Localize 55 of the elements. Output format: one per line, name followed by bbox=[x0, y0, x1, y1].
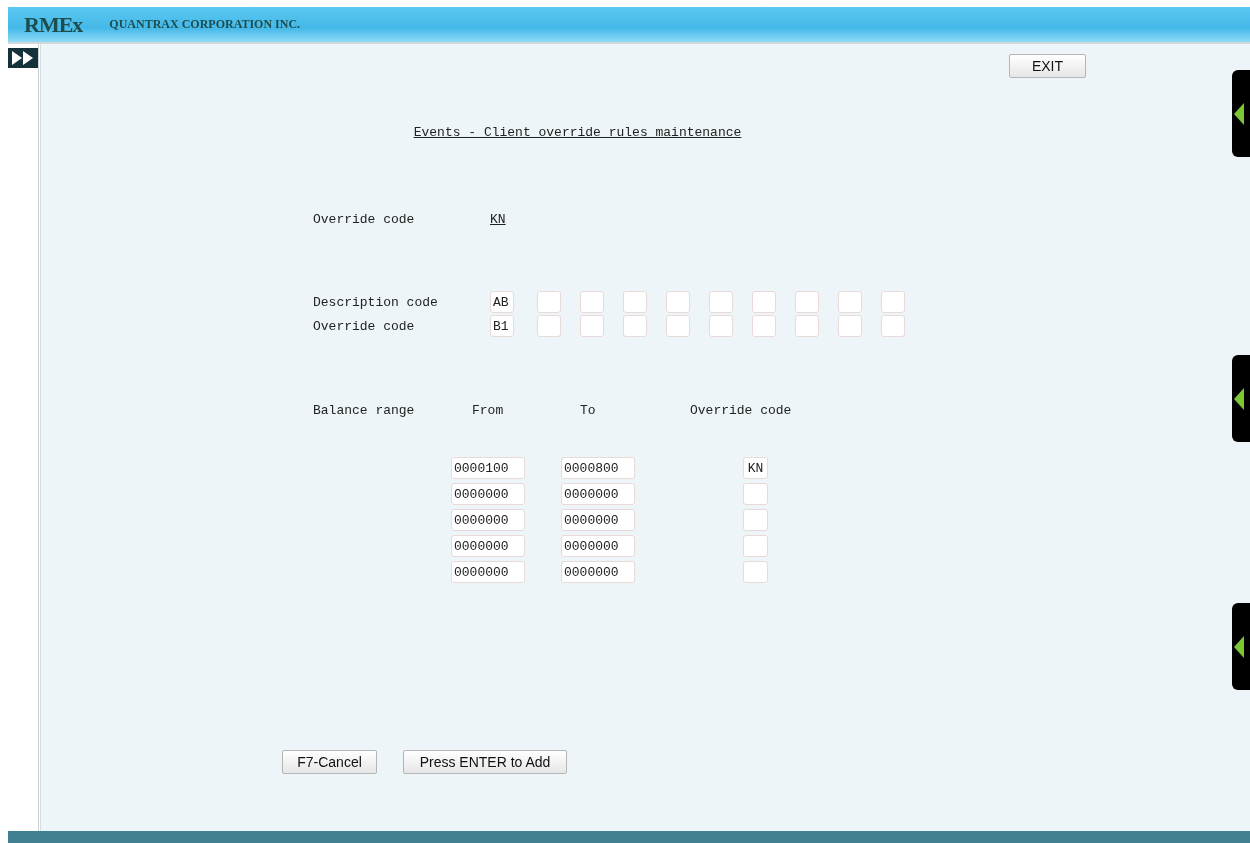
exit-button[interactable]: EXIT bbox=[1009, 54, 1086, 78]
input-field[interactable] bbox=[537, 291, 561, 313]
field-label: Description code bbox=[313, 294, 439, 310]
column-header: From bbox=[472, 403, 505, 418]
input-field[interactable] bbox=[580, 291, 604, 313]
column-header: Override code bbox=[690, 403, 792, 418]
input-field[interactable]: AB bbox=[490, 291, 514, 313]
screen-title: Events - Client override rules maintenance bbox=[413, 125, 742, 140]
input-field[interactable]: 0000000 bbox=[561, 535, 635, 557]
input-field[interactable] bbox=[838, 315, 862, 337]
input-field[interactable]: 0000100 bbox=[451, 457, 525, 479]
input-field[interactable]: 0000000 bbox=[451, 483, 525, 505]
input-field[interactable] bbox=[743, 535, 768, 557]
input-field[interactable] bbox=[881, 315, 905, 337]
input-field[interactable] bbox=[709, 291, 733, 313]
input-field[interactable] bbox=[537, 315, 561, 337]
input-field[interactable]: 0000800 bbox=[561, 457, 635, 479]
input-field[interactable] bbox=[838, 291, 862, 313]
input-field[interactable]: 0000000 bbox=[561, 509, 635, 531]
arrow-left-icon bbox=[1234, 635, 1246, 658]
field-label: Override code bbox=[313, 212, 416, 227]
add-button[interactable]: Press ENTER to Add bbox=[403, 750, 567, 774]
side-tab[interactable] bbox=[1232, 355, 1250, 442]
input-field[interactable] bbox=[795, 291, 819, 313]
input-field[interactable] bbox=[881, 291, 905, 313]
field-label: Override code bbox=[313, 318, 416, 334]
input-field[interactable]: 0000000 bbox=[561, 561, 635, 583]
input-field[interactable]: 0000000 bbox=[451, 535, 525, 557]
company-name: QUANTRAX CORPORATION INC. bbox=[109, 17, 301, 32]
input-field[interactable] bbox=[743, 561, 768, 583]
input-field[interactable] bbox=[743, 509, 768, 531]
column-header: Balance range bbox=[313, 403, 416, 418]
input-field[interactable] bbox=[752, 291, 776, 313]
input-field[interactable]: KN bbox=[743, 457, 768, 479]
input-field[interactable]: 0000000 bbox=[561, 483, 635, 505]
input-field[interactable] bbox=[709, 315, 733, 337]
input-field[interactable]: 0000000 bbox=[451, 509, 525, 531]
input-field[interactable] bbox=[752, 315, 776, 337]
side-tab[interactable] bbox=[1232, 603, 1250, 690]
input-field[interactable] bbox=[623, 291, 647, 313]
side-tab[interactable] bbox=[1232, 70, 1250, 157]
input-field[interactable] bbox=[743, 483, 768, 505]
input-field[interactable]: 0000000 bbox=[451, 561, 525, 583]
column-header: To bbox=[580, 403, 597, 418]
input-field[interactable] bbox=[666, 291, 690, 313]
input-field[interactable] bbox=[623, 315, 647, 337]
input-field[interactable]: B1 bbox=[490, 315, 514, 337]
arrow-left-icon bbox=[1234, 102, 1246, 125]
logo: RMEx bbox=[24, 11, 83, 38]
cancel-button[interactable]: F7-Cancel bbox=[282, 750, 377, 774]
input-field[interactable] bbox=[795, 315, 819, 337]
arrow-left-icon bbox=[1234, 387, 1246, 410]
input-field[interactable] bbox=[580, 315, 604, 337]
input-field[interactable] bbox=[666, 315, 690, 337]
field-value: KN bbox=[490, 212, 506, 227]
